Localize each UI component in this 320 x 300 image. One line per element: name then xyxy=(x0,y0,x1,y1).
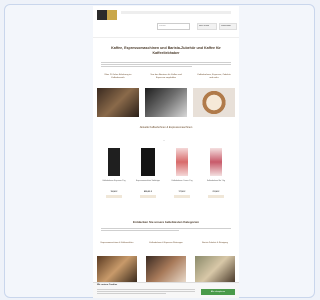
category-title: Espressomaschinen & Kaffeemühlen xyxy=(100,242,134,244)
product-image xyxy=(176,148,188,176)
product-card[interactable]: Espressomaschine Siebträger 899,00 € xyxy=(133,148,163,198)
page-title: Kaffee, Espressomaschinen und Barista-Zu… xyxy=(111,46,221,55)
cart-label: Warenkorb xyxy=(221,25,231,27)
categories-intro xyxy=(101,227,231,235)
category-image xyxy=(146,256,186,282)
feature-card[interactable]: Über 20 Jahre Erfahrung im Kaffeebereich xyxy=(97,72,139,117)
feature-title: Von den Beratern für Kaffee und Espresso… xyxy=(150,74,182,79)
cookie-banner: Wir nutzen Cookies Alle akzeptieren xyxy=(93,282,239,298)
product-price: 17,50 € xyxy=(178,191,186,193)
product-name: Espressomaschine Siebträger xyxy=(136,180,160,182)
logo-badge xyxy=(107,10,117,20)
top-bar xyxy=(121,11,231,14)
category-card[interactable]: Kaffeebohnen & Espresso Röstungen xyxy=(146,242,186,282)
category-card[interactable]: Espressomaschinen & Kaffeemühlen xyxy=(97,242,137,282)
add-to-cart-button[interactable] xyxy=(208,195,224,198)
feature-image xyxy=(97,88,139,117)
site-logo[interactable] xyxy=(97,10,107,20)
product-name: Kaffeebohnen Espresso 1 kg xyxy=(102,180,126,182)
carousel-dots[interactable]: • • xyxy=(163,140,165,142)
product-name: Kaffeebohnen Crema 1 kg xyxy=(171,180,193,182)
accept-cookies-button[interactable]: Alle akzeptieren xyxy=(201,289,235,295)
account-label: Mein Konto xyxy=(199,25,210,27)
add-to-cart-button[interactable] xyxy=(106,195,122,198)
feature-image xyxy=(145,88,187,117)
webpage: Suchen Mein Konto Warenkorb Kaffee, Espr… xyxy=(93,6,239,298)
category-title: Kaffeebohnen & Espresso Röstungen xyxy=(149,242,183,244)
product-price: 899,00 € xyxy=(143,191,153,193)
product-image xyxy=(210,148,222,176)
intro-text xyxy=(101,61,231,69)
account-button[interactable]: Mein Konto xyxy=(197,23,217,30)
category-image xyxy=(97,256,137,282)
feature-image xyxy=(193,88,235,117)
add-to-cart-button[interactable] xyxy=(174,195,190,198)
product-card[interactable]: Kaffeebohnen Espresso 1 kg 19,90 € xyxy=(99,148,129,198)
product-price: 19,90 € xyxy=(110,191,118,193)
feature-title: Kaffeebohnen, Espresso, Zubehör und mehr xyxy=(197,74,231,79)
product-card[interactable]: Kaffeebohnen Crema 1 kg 17,50 € xyxy=(167,148,197,198)
search-placeholder: Suchen xyxy=(159,25,166,27)
product-image xyxy=(108,148,120,176)
category-card[interactable]: Barista Zubehör & Reinigung xyxy=(195,242,235,282)
product-name: Kaffeebohnen Bio 1 kg xyxy=(206,180,226,182)
cookie-title: Wir nutzen Cookies xyxy=(97,284,118,286)
categories-section-title: Entdecken Sie unsere beliebtesten Katego… xyxy=(132,220,200,224)
cart-button[interactable]: Warenkorb xyxy=(219,23,237,30)
category-image xyxy=(195,256,235,282)
feature-card[interactable]: Von den Beratern für Kaffee und Espresso… xyxy=(145,72,187,117)
add-to-cart-button[interactable] xyxy=(140,195,156,198)
site-header: Suchen Mein Konto Warenkorb xyxy=(93,6,239,38)
cookie-text xyxy=(97,288,195,296)
product-image xyxy=(141,148,155,176)
products-section-title: Aktuelle Kaffeebohnen & Espressomaschine… xyxy=(139,126,193,129)
product-card[interactable]: Kaffeebohnen Bio 1 kg 21,90 € xyxy=(201,148,231,198)
category-title: Barista Zubehör & Reinigung xyxy=(202,242,228,244)
feature-card[interactable]: Kaffeebohnen, Espresso, Zubehör und mehr xyxy=(193,72,235,117)
search-input[interactable]: Suchen xyxy=(157,23,190,30)
product-price: 21,90 € xyxy=(212,191,220,193)
feature-title: Über 20 Jahre Erfahrung im Kaffeebereich xyxy=(104,74,132,79)
